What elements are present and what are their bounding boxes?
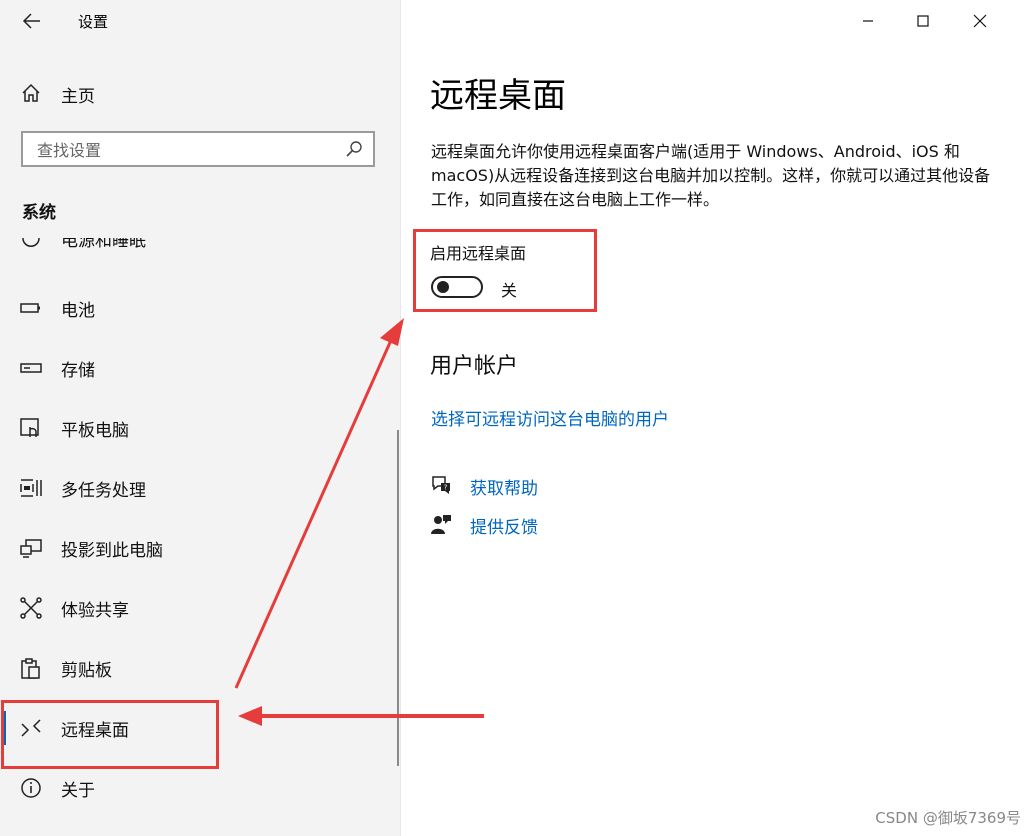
minimize-icon bbox=[863, 20, 873, 22]
sidebar-item-label: 电源和睡眠 bbox=[61, 238, 146, 251]
back-button[interactable] bbox=[20, 10, 44, 32]
sidebar-item-clipboard[interactable]: 剪贴板 bbox=[0, 638, 395, 698]
home-icon bbox=[22, 83, 40, 102]
maximize-icon bbox=[917, 15, 929, 27]
help-chat-icon: ? bbox=[432, 476, 450, 494]
sidebar-item-label: 电池 bbox=[61, 301, 95, 321]
annotation-box-nav bbox=[1, 700, 219, 769]
svg-text:?: ? bbox=[444, 484, 448, 492]
storage-icon bbox=[20, 363, 42, 373]
share-icon bbox=[20, 597, 42, 619]
power-icon bbox=[22, 238, 40, 247]
page-title: 远程桌面 bbox=[430, 76, 566, 116]
page-description: 远程桌面允许你使用远程桌面客户端(适用于 Windows、Android、iOS… bbox=[431, 142, 991, 209]
select-users-link[interactable]: 选择可远程访问这台电脑的用户 bbox=[431, 405, 669, 430]
search-box[interactable] bbox=[21, 131, 375, 167]
sidebar-item-battery[interactable]: 电池 bbox=[0, 278, 395, 338]
minimize-button[interactable] bbox=[855, 8, 881, 34]
clipboard-icon bbox=[21, 658, 40, 679]
sidebar-item-label: 平板电脑 bbox=[61, 421, 129, 441]
sidebar-item-storage[interactable]: 存储 bbox=[0, 338, 395, 398]
info-icon bbox=[21, 778, 41, 798]
sidebar-item-share[interactable]: 体验共享 bbox=[0, 578, 395, 638]
search-icon bbox=[346, 141, 362, 157]
multitasking-icon bbox=[20, 479, 42, 497]
watermark: CSDN @御坂7369号 bbox=[875, 809, 1021, 827]
section-title: 系统 bbox=[22, 203, 56, 223]
project-icon bbox=[20, 539, 42, 558]
sidebar-item-label: 多任务处理 bbox=[61, 481, 146, 501]
sidebar-item-tablet[interactable]: 平板电脑 bbox=[0, 398, 395, 458]
give-feedback-link[interactable]: 提供反馈 bbox=[470, 513, 538, 538]
back-arrow-icon bbox=[22, 13, 40, 29]
search-input[interactable] bbox=[35, 137, 339, 163]
user-accounts-heading: 用户帐户 bbox=[430, 354, 519, 379]
home-nav-item[interactable]: 主页 bbox=[20, 80, 380, 107]
sidebar-item-power[interactable]: 电源和睡眠 bbox=[0, 238, 395, 268]
feedback-icon bbox=[431, 515, 451, 534]
close-icon bbox=[973, 14, 987, 28]
sidebar-item-label: 存储 bbox=[61, 361, 95, 381]
sidebar-item-label: 关于 bbox=[61, 781, 95, 801]
sidebar-item-multitasking[interactable]: 多任务处理 bbox=[0, 458, 395, 518]
home-label: 主页 bbox=[61, 87, 95, 107]
get-help-link[interactable]: 获取帮助 bbox=[470, 474, 538, 499]
app-title: 设置 bbox=[78, 13, 109, 31]
sidebar-item-label: 剪贴板 bbox=[61, 661, 112, 681]
sidebar-scrollbar[interactable] bbox=[397, 430, 399, 766]
title-bar: 设置 bbox=[0, 0, 400, 42]
sidebar-item-project[interactable]: 投影到此电脑 bbox=[0, 518, 395, 578]
sidebar-item-label: 投影到此电脑 bbox=[61, 541, 163, 561]
close-button[interactable] bbox=[967, 8, 993, 34]
annotation-box-toggle bbox=[413, 229, 597, 312]
sidebar-item-label: 体验共享 bbox=[61, 601, 129, 621]
maximize-button[interactable] bbox=[910, 8, 936, 34]
tablet-icon bbox=[20, 418, 39, 437]
window-controls bbox=[855, 0, 1035, 42]
battery-icon bbox=[20, 303, 40, 313]
